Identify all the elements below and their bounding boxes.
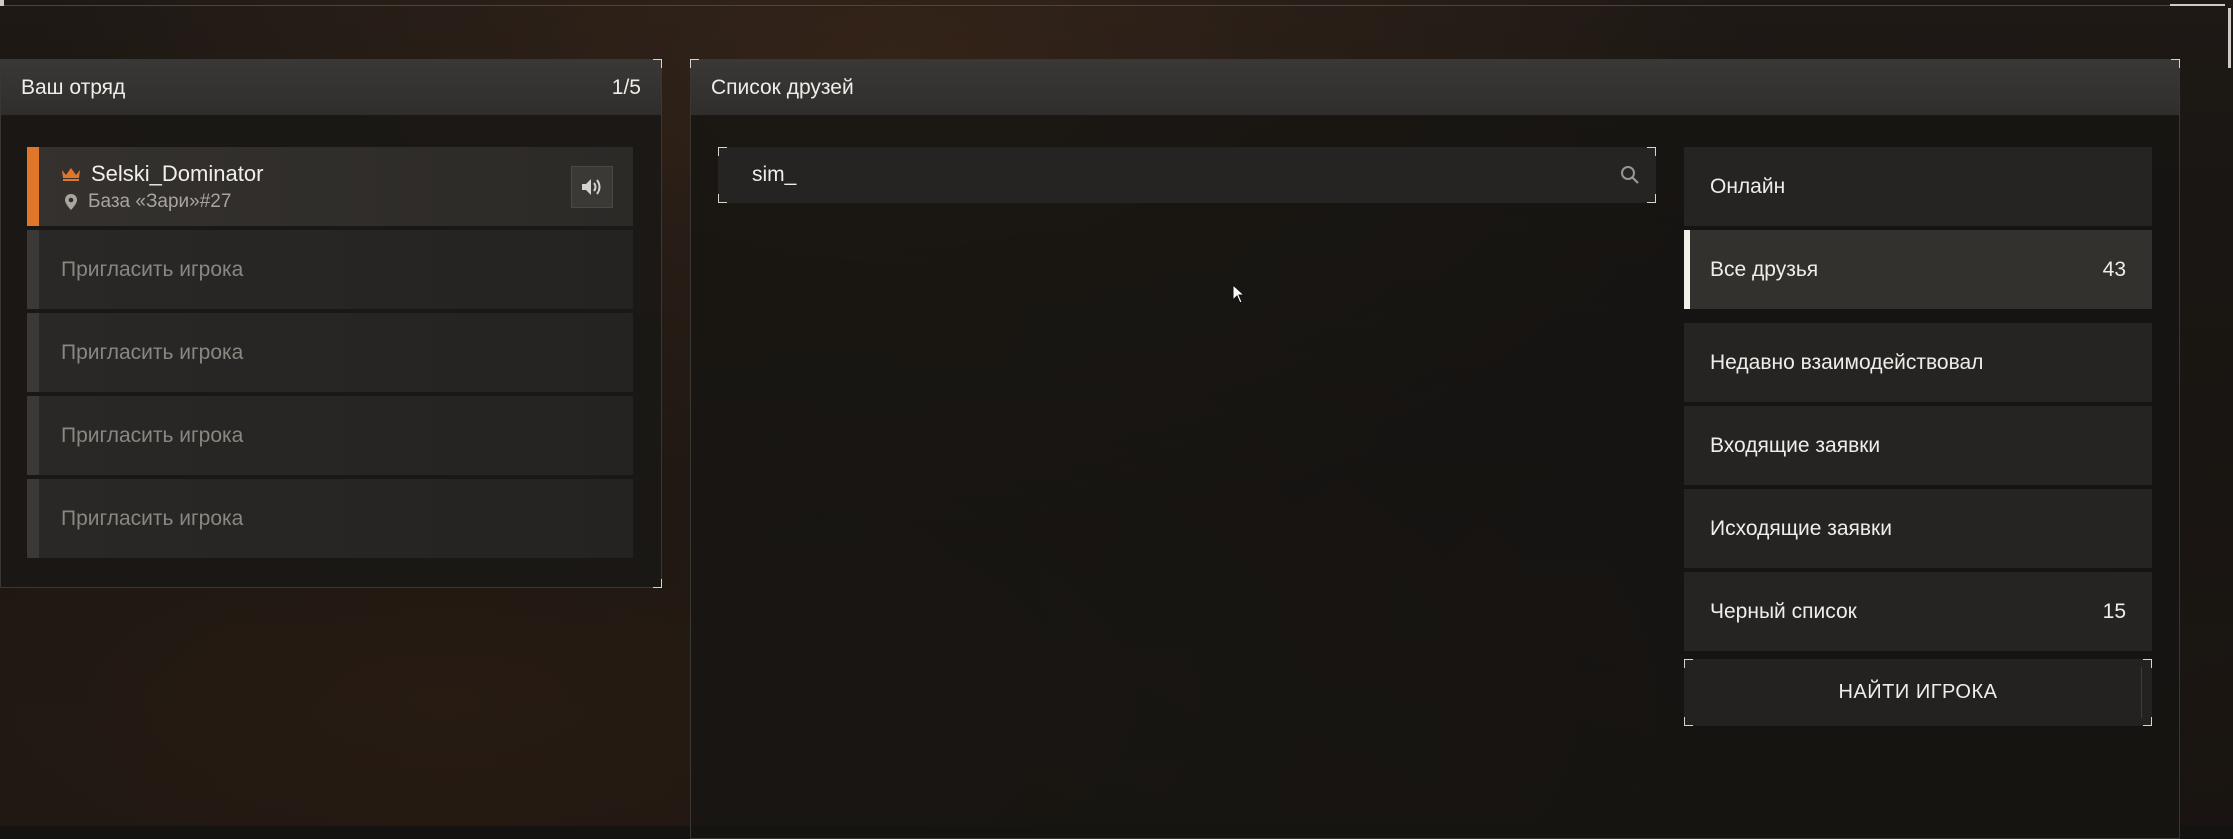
corner-bracket — [1647, 147, 1656, 156]
invite-slot-2[interactable]: Пригласить игрока — [27, 313, 633, 392]
filter-label: Черный список — [1710, 600, 1857, 624]
filter-outgoing-requests[interactable]: Исходящие заявки — [1684, 489, 2152, 568]
invite-slot-1[interactable]: Пригласить игрока — [27, 230, 633, 309]
filter-recent[interactable]: Недавно взаимодействовал — [1684, 323, 2152, 402]
filter-label: Входящие заявки — [1710, 434, 1880, 458]
squad-member-list: Selski_Dominator База «Зари»#27 — [27, 147, 633, 562]
friends-title: Список друзей — [711, 76, 854, 100]
leader-accent-bar — [27, 147, 39, 226]
corner-bracket — [2171, 59, 2180, 68]
invite-label: Пригласить игрока — [61, 258, 243, 282]
find-player-label: НАЙТИ ИГРОКА — [1839, 681, 1998, 704]
member-info: Selski_Dominator База «Зари»#27 — [61, 161, 263, 213]
filter-online[interactable]: Онлайн — [1684, 147, 2152, 226]
slot-accent-bar — [27, 313, 39, 392]
search-input[interactable]: sim_ — [752, 163, 1620, 187]
friends-panel: Список друзей sim_ Онлайн Все друзья 43 … — [690, 59, 2180, 839]
filter-label: Онлайн — [1710, 175, 1785, 199]
friend-filter-list: Онлайн Все друзья 43 Недавно взаимодейст… — [1684, 147, 2152, 726]
invite-slot-3[interactable]: Пригласить игрока — [27, 396, 633, 475]
corner-bracket — [1647, 194, 1656, 203]
filter-label: Все друзья — [1710, 258, 1818, 282]
friends-header: Список друзей — [691, 60, 2179, 116]
mouse-cursor-icon — [1232, 284, 1246, 304]
squad-header: Ваш отряд 1/5 — [1, 60, 661, 116]
member-name: Selski_Dominator — [91, 161, 263, 187]
corner-bracket — [718, 194, 727, 203]
slot-accent-bar — [27, 230, 39, 309]
search-icon[interactable] — [1620, 165, 1640, 185]
filter-count: 43 — [2103, 258, 2126, 282]
filter-label: Недавно взаимодействовал — [1710, 351, 1983, 375]
speaker-icon — [580, 177, 604, 197]
squad-member-leader[interactable]: Selski_Dominator База «Зари»#27 — [27, 147, 633, 226]
corner-bracket — [2143, 659, 2152, 668]
squad-count: 1/5 — [612, 76, 641, 100]
voice-toggle-button[interactable] — [571, 166, 613, 208]
squad-panel: Ваш отряд 1/5 Selski_Dominator — [0, 59, 662, 588]
filter-all-friends[interactable]: Все друзья 43 — [1684, 230, 2152, 309]
crown-icon — [61, 167, 81, 181]
button-edge — [2141, 667, 2142, 718]
corner-bracket — [2143, 717, 2152, 726]
invite-label: Пригласить игрока — [61, 424, 243, 448]
invite-slot-4[interactable]: Пригласить игрока — [27, 479, 633, 558]
member-location: База «Зари»#27 — [88, 191, 231, 213]
corner-bracket — [653, 59, 662, 68]
invite-label: Пригласить игрока — [61, 507, 243, 531]
filter-label: Исходящие заявки — [1710, 517, 1892, 541]
member-location-row: База «Зари»#27 — [61, 191, 263, 213]
location-pin-icon — [64, 194, 78, 210]
corner-bracket — [718, 147, 727, 156]
invite-label: Пригласить игрока — [61, 341, 243, 365]
corner-bracket — [1684, 717, 1693, 726]
slot-accent-bar — [27, 479, 39, 558]
filter-blacklist[interactable]: Черный список 15 — [1684, 572, 2152, 651]
slot-accent-bar — [27, 396, 39, 475]
top-left-marker — [0, 0, 4, 6]
filter-incoming-requests[interactable]: Входящие заявки — [1684, 406, 2152, 485]
filter-count: 15 — [2103, 600, 2126, 624]
top-right-marker — [2170, 4, 2225, 6]
corner-bracket — [653, 579, 662, 588]
right-edge-marker — [2228, 8, 2231, 68]
squad-title: Ваш отряд — [21, 76, 125, 100]
friend-search-field[interactable]: sim_ — [718, 147, 1656, 203]
find-player-button[interactable]: НАЙТИ ИГРОКА — [1684, 659, 2152, 726]
corner-bracket — [1684, 659, 1693, 668]
top-divider — [0, 5, 2170, 6]
corner-bracket — [690, 59, 699, 68]
member-name-row: Selski_Dominator — [61, 161, 263, 187]
